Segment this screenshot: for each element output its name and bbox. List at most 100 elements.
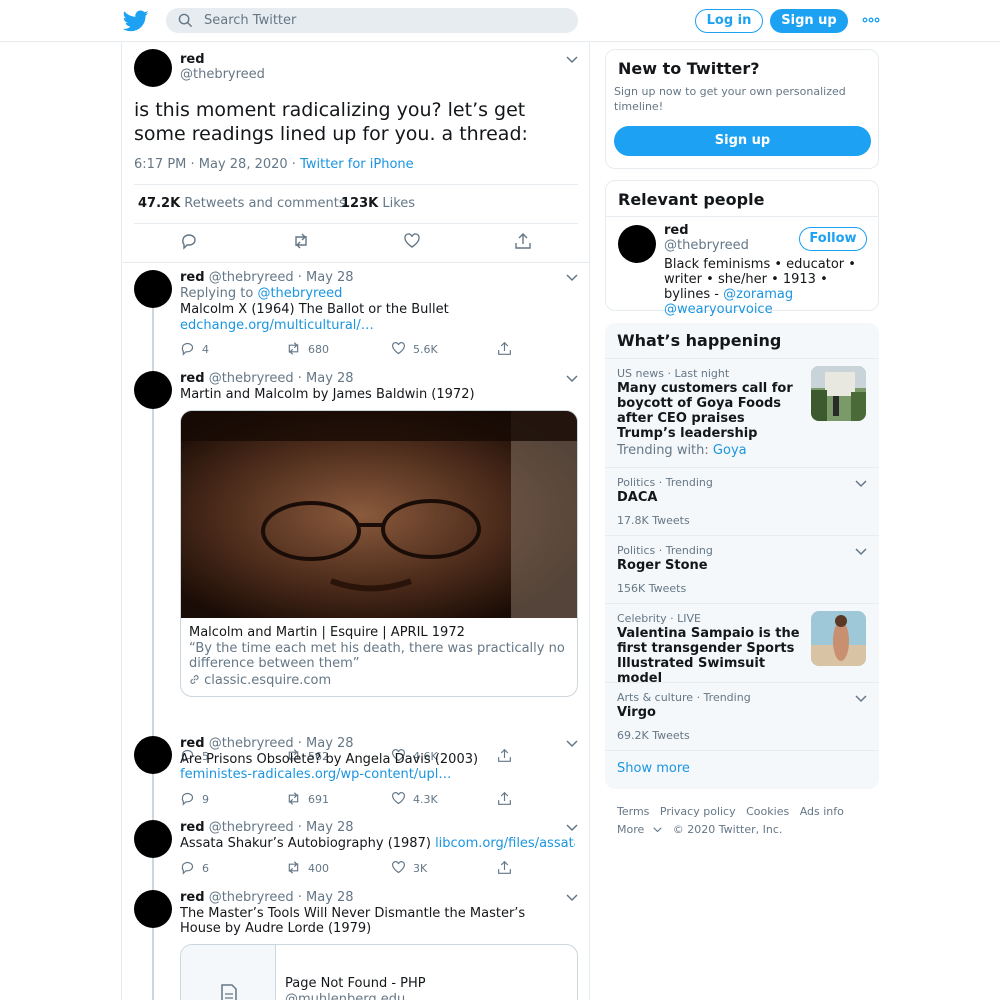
like-icon[interactable] [391,791,406,806]
person-bio: Black feminisms • educator • writer • sh… [664,257,874,317]
share-icon[interactable] [514,232,532,250]
like-icon[interactable] [391,860,406,875]
bio-link-wearyourvoice[interactable]: @wearyourvoice [664,302,773,317]
tweet-source-link[interactable]: Twitter for iPhone [300,157,414,172]
avatar[interactable] [134,820,172,858]
chevron-down-icon[interactable] [566,56,578,64]
retweets-stat[interactable]: 47.2K Retweets and comments [138,196,346,211]
thread-reply[interactable]: red @thebryreed · May 28 Replying to @th… [122,270,589,370]
reply-text: The Master’s Tools Will Never Dismantle … [180,906,526,936]
trend-count: 156K Tweets [617,582,687,595]
retweet-icon[interactable] [286,860,301,875]
author-handle[interactable]: @thebryreed [180,67,265,82]
chevron-down-icon[interactable] [855,480,867,488]
retweets-label: Retweets and comments [184,196,346,211]
search-icon [178,13,193,28]
thread-reply[interactable]: red @thebryreed · May 28 Martin and Malc… [122,371,589,763]
chevron-down-icon[interactable] [566,894,578,902]
card-domain: @muhlenberg.edu [285,992,406,1000]
retweet-count: 680 [308,343,329,356]
trend-count: 69.2K Tweets [617,729,690,742]
avatar[interactable] [618,225,656,263]
trend-item[interactable]: Celebrity · LIVE Valentina Sampaio is th… [605,603,879,686]
login-button[interactable]: Log in [695,9,763,33]
reply-text: Assata Shakur’s Autobiography (1987) lib… [180,836,575,851]
chevron-down-icon[interactable] [566,740,578,748]
retweet-icon[interactable] [292,232,310,250]
thread-reply[interactable]: red @thebryreed · May 28 The Master’s To… [122,890,589,1000]
trend-item[interactable]: Politics · Trending DACA 17.8K Tweets [605,467,879,535]
footer-link-privacy[interactable]: Privacy policy [660,805,736,818]
avatar[interactable] [134,49,172,87]
reply-link[interactable]: libcom.org/files/assataau… [435,836,575,851]
retweet-icon[interactable] [286,341,301,356]
chevron-down-icon [653,827,662,833]
relevant-people-box: Relevant people red @thebryreed Follow B… [605,180,879,317]
trend-item[interactable]: US news · Last night Many customers call… [605,358,879,467]
trend-item[interactable]: Arts & culture · Trending Virgo 69.2K Tw… [605,682,879,750]
reply-author[interactable]: red [180,820,205,835]
reply-icon[interactable] [180,860,195,875]
reply-author[interactable]: red [180,371,205,386]
reply-body: Are Prisons Obsolete? by Angela Davis (2… [180,752,479,767]
trend-count: 17.8K Tweets [617,514,690,527]
main-column: red @thebryreed is this moment radicaliz… [121,42,590,1000]
search-input[interactable] [204,10,564,31]
reply-author[interactable]: red [180,736,205,751]
link-card[interactable]: Page Not Found - PHP @muhlenberg.edu [180,944,578,1000]
thread-reply[interactable]: red @thebryreed · May 28 Are Prisons Obs… [122,736,589,816]
reply-link[interactable]: feministes-radicales.org/wp-content/upl… [180,767,451,782]
bio-link-zoramag[interactable]: @zoramag [723,287,793,302]
chevron-down-icon[interactable] [855,695,867,703]
signup-button[interactable]: Sign up [770,9,848,33]
reply-link[interactable]: edchange.org/multicultural/… [180,318,374,333]
reply-icon[interactable] [180,232,198,250]
avatar[interactable] [134,890,172,928]
reply-actions: 6 400 3K [180,860,520,878]
twitter-logo-icon[interactable] [123,8,149,34]
trend-title: Roger Stone [617,558,708,573]
chevron-down-icon[interactable] [566,375,578,383]
avatar[interactable] [134,371,172,409]
like-icon[interactable] [403,232,421,250]
tweet-timestamp[interactable]: 6:17 PM · May 28, 2020 · [134,157,300,172]
retweet-icon[interactable] [286,791,301,806]
reply-icon[interactable] [180,341,195,356]
footer-more[interactable]: More [617,823,662,836]
share-icon[interactable] [497,341,512,356]
search-box[interactable] [166,8,578,33]
reply-handle-date[interactable]: @thebryreed · May 28 [209,890,354,905]
trend-link-goya[interactable]: Goya [713,443,747,458]
reply-author[interactable]: red [180,270,205,285]
reply-handle-date[interactable]: @thebryreed · May 28 [209,820,354,835]
likes-stat[interactable]: 123K Likes [341,196,415,211]
chevron-down-icon[interactable] [855,548,867,556]
thread-reply[interactable]: red @thebryreed · May 28 Assata Shakur’s… [122,820,589,886]
trend-item[interactable]: Politics · Trending Roger Stone 156K Twe… [605,535,879,603]
avatar[interactable] [134,736,172,774]
like-icon[interactable] [391,341,406,356]
reply-handle-date[interactable]: @thebryreed · May 28 [209,270,354,285]
author-name[interactable]: red [180,52,205,67]
footer-link-terms[interactable]: Terms [617,805,649,818]
reply-handle-date[interactable]: @thebryreed · May 28 [209,736,354,751]
footer-link-cookies[interactable]: Cookies [746,805,789,818]
share-icon[interactable] [497,791,512,806]
reply-author[interactable]: red [180,890,205,905]
chevron-down-icon[interactable] [566,824,578,832]
show-more-link[interactable]: Show more [617,761,690,776]
follow-button[interactable]: Follow [799,227,867,251]
avatar[interactable] [134,270,172,308]
link-card[interactable]: Malcolm and Martin | Esquire | APRIL 197… [180,410,578,697]
more-dots-icon[interactable] [862,12,880,28]
chevron-down-icon[interactable] [566,274,578,282]
reply-icon[interactable] [180,791,195,806]
person-name[interactable]: red [664,223,689,238]
footer-link-ads-info[interactable]: Ads info [800,805,844,818]
replying-to-handle[interactable]: @thebryreed [257,286,342,301]
sidebar-signup-button[interactable]: Sign up [614,126,871,156]
reply-handle-date[interactable]: @thebryreed · May 28 [209,371,354,386]
new-to-twitter-desc: Sign up now to get your own personalized… [614,85,846,113]
share-icon[interactable] [497,860,512,875]
person-handle[interactable]: @thebryreed [664,238,749,253]
